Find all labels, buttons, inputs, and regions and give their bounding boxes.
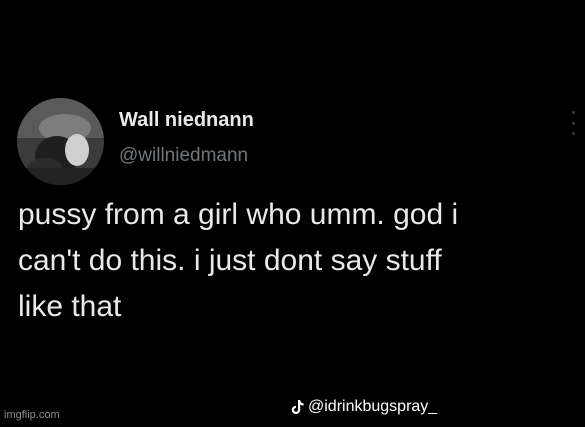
user-handle[interactable]: @willniedmann: [119, 145, 248, 167]
avatar-photo: [17, 98, 104, 185]
tiktok-handle: @idrinkbugspray_: [308, 398, 438, 415]
tiktok-icon: [291, 400, 304, 414]
tweet-text-line: like that: [18, 290, 122, 323]
display-name[interactable]: Wall niednann: [119, 109, 254, 132]
tiktok-credit: @idrinkbugspray_: [291, 398, 437, 416]
more-options-icon[interactable]: [570, 111, 576, 135]
tweet-text: pussy from a girl who umm. god i can't d…: [18, 192, 578, 330]
tweet-text-line: can't do this. i just dont say stuff: [18, 244, 442, 277]
tweet-card: Wall niednann @willniedmann pussy from a…: [0, 0, 585, 427]
tweet-text-line: pussy from a girl who umm. god i: [18, 198, 459, 231]
avatar[interactable]: [17, 98, 104, 185]
imgflip-watermark: imgflip.com: [4, 409, 60, 421]
